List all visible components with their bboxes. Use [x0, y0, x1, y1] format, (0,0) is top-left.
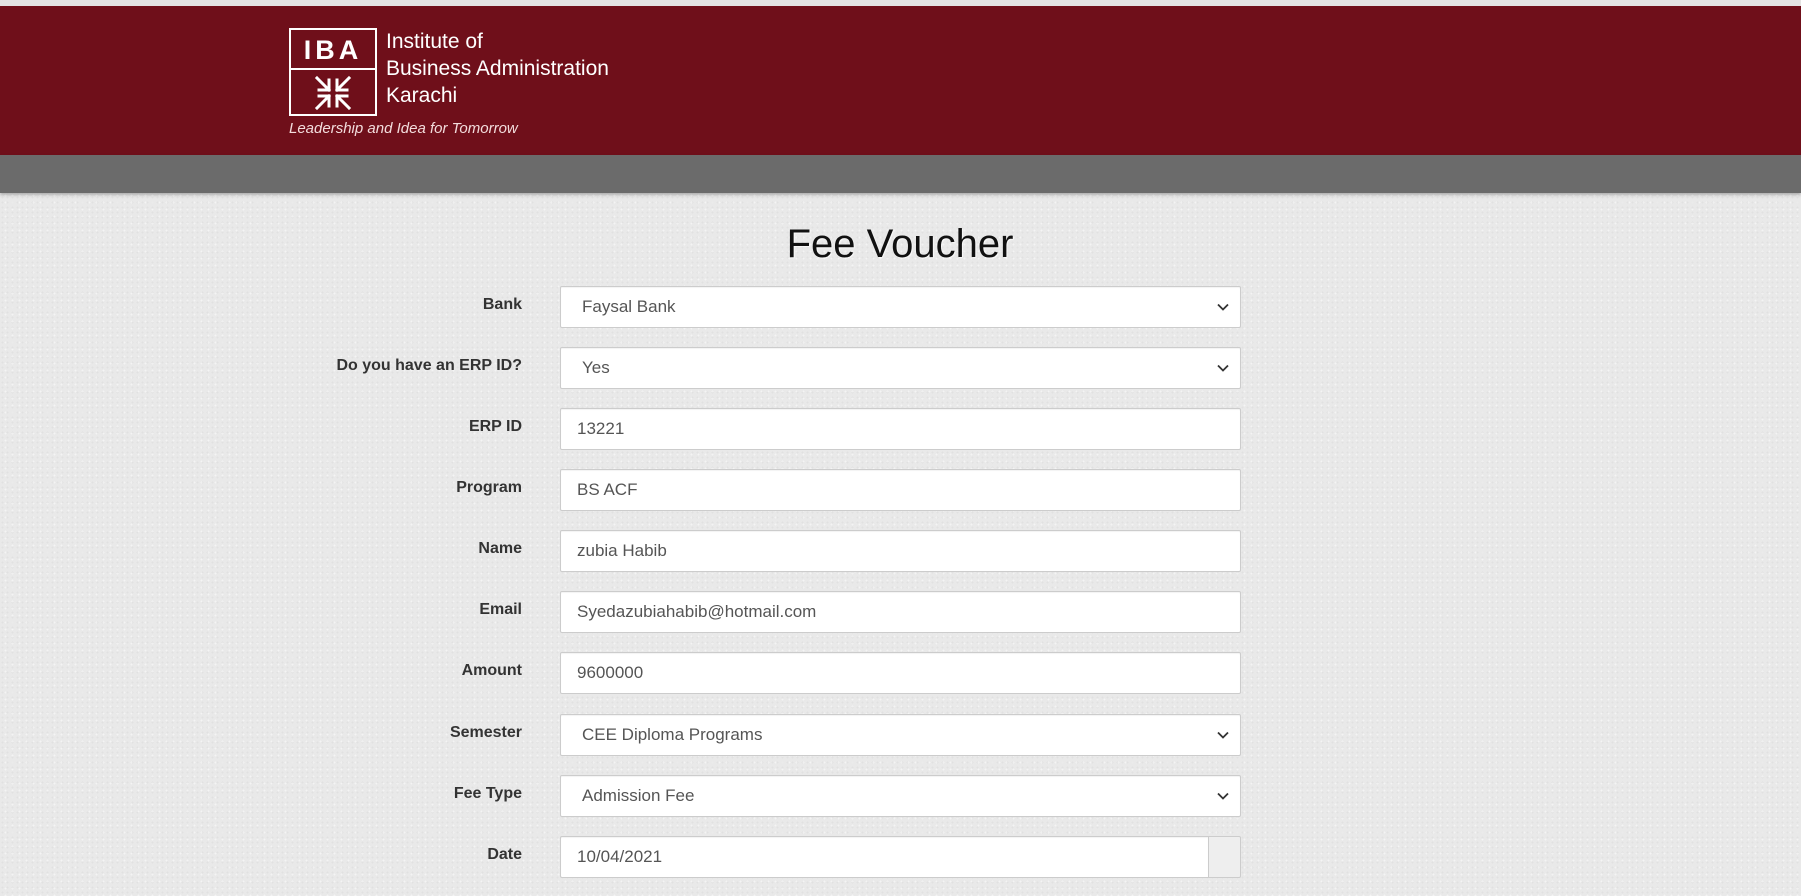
name-input[interactable]: zubia Habib	[560, 530, 1241, 572]
logo-text: IBA	[303, 35, 363, 65]
chevron-down-icon	[1217, 303, 1229, 311]
form-row-fee-type: Fee Type Admission Fee	[0, 775, 1801, 817]
form-row-erp-id: ERP ID 13221	[0, 408, 1801, 450]
amount-input[interactable]: 9600000	[560, 652, 1241, 694]
erp-id-value: 13221	[577, 419, 625, 438]
institute-name-line: Business Administration	[386, 57, 609, 80]
nav-bar	[0, 155, 1801, 193]
bank-value: Faysal Bank	[582, 297, 676, 316]
chevron-down-icon	[1217, 364, 1229, 372]
fee-type-select[interactable]: Admission Fee	[560, 775, 1241, 817]
date-label: Date	[487, 846, 522, 863]
form-row-has-erp: Do you have an ERP ID? Yes	[0, 347, 1801, 389]
email-label: Email	[479, 601, 522, 618]
form-row-name: Name zubia Habib	[0, 530, 1801, 572]
date-value: 10/04/2021	[577, 847, 663, 866]
site-header: IBA Institute of Business Administration…	[0, 6, 1801, 155]
tagline: Leadership and Idea for Tomorrow	[289, 120, 518, 137]
email-input[interactable]: Syedazubiahabib@hotmail.com	[560, 591, 1241, 633]
bank-select[interactable]: Faysal Bank	[560, 286, 1241, 328]
chevron-down-icon	[1217, 731, 1229, 739]
chevron-down-icon	[1217, 792, 1229, 800]
semester-label: Semester	[449, 724, 522, 741]
amount-label: Amount	[461, 662, 522, 679]
has-erp-label: Do you have an ERP ID?	[336, 357, 522, 374]
form-row-amount: Amount 9600000	[0, 652, 1801, 694]
has-erp-value: Yes	[582, 358, 610, 377]
date-input[interactable]: 10/04/2021	[560, 836, 1208, 878]
program-value: BS ACF	[577, 480, 638, 499]
semester-select[interactable]: CEE Diploma Programs	[560, 714, 1241, 756]
form-row-bank: Bank Faysal Bank	[0, 286, 1801, 328]
program-input[interactable]: BS ACF	[560, 469, 1241, 511]
form-row-program: Program BS ACF	[0, 469, 1801, 511]
fee-type-label: Fee Type	[453, 785, 522, 802]
institute-name-line: Institute of	[386, 30, 483, 53]
page-title: Fee Voucher	[786, 222, 1014, 266]
amount-value: 9600000	[577, 663, 644, 682]
email-value: Syedazubiahabib@hotmail.com	[577, 602, 817, 621]
calendar-button[interactable]	[1208, 836, 1241, 878]
logo-divider	[291, 68, 375, 70]
has-erp-select[interactable]: Yes	[560, 347, 1241, 389]
form-row-email: Email Syedazubiahabib@hotmail.com	[0, 591, 1801, 633]
institute-name-line: Karachi	[386, 84, 458, 107]
name-value: zubia Habib	[577, 541, 667, 560]
iba-logo[interactable]: IBA	[289, 28, 377, 116]
form-row-date: Date 10/04/2021	[0, 836, 1801, 878]
logo-emblem-icon	[314, 75, 352, 111]
program-label: Program	[456, 479, 522, 496]
name-label: Name	[478, 540, 522, 557]
institute-name: Institute of Business Administration Kar…	[386, 28, 609, 109]
fee-type-value: Admission Fee	[582, 786, 695, 805]
erp-id-input[interactable]: 13221	[560, 408, 1241, 450]
semester-value: CEE Diploma Programs	[582, 725, 763, 744]
form-row-semester: Semester CEE Diploma Programs	[0, 714, 1801, 756]
erp-id-label: ERP ID	[468, 418, 522, 435]
bank-label: Bank	[482, 296, 522, 313]
